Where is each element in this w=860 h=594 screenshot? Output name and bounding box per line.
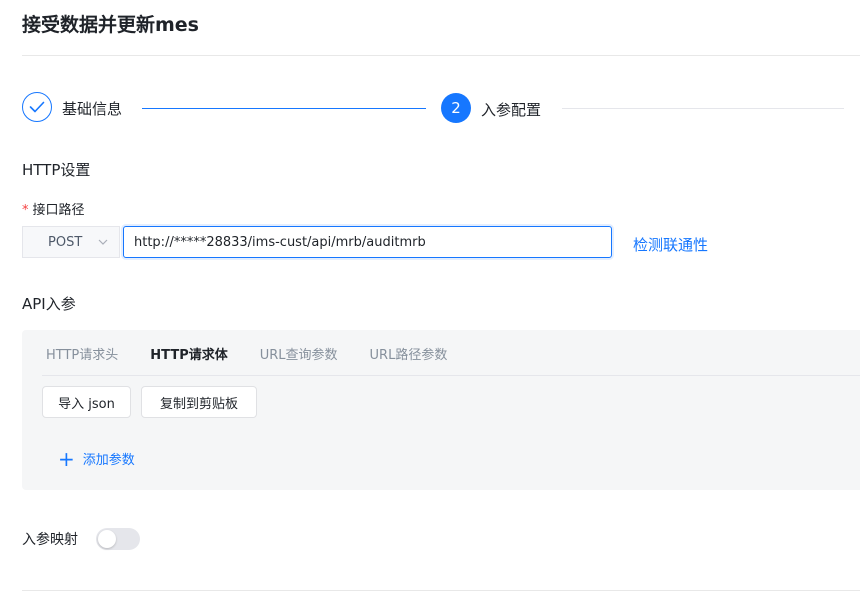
step-2-label: 入参配置 — [481, 101, 542, 119]
api-params-title: API入参 — [22, 295, 76, 313]
toggle-knob — [98, 530, 116, 548]
copy-to-clipboard-button[interactable]: 复制到剪贴板 — [141, 386, 257, 418]
step-2-number: 2 — [441, 93, 471, 123]
http-settings-title: HTTP设置 — [22, 161, 91, 179]
method-value: POST — [48, 234, 83, 250]
interface-path-label-text: 接口路径 — [32, 203, 85, 218]
plus-icon: + — [58, 446, 75, 471]
param-panel: HTTP请求头 HTTP请求体 URL查询参数 URL路径参数 导入 json … — [22, 330, 860, 490]
tab-url-path[interactable]: URL路径参数 — [370, 344, 448, 373]
param-mapping-toggle[interactable] — [96, 528, 140, 550]
step-1-done-icon — [22, 92, 52, 122]
param-mapping-label: 入参映射 — [22, 532, 78, 548]
interface-path-label: * 接口路径 — [22, 199, 85, 218]
tab-http-body[interactable]: HTTP请求体 — [150, 344, 227, 373]
step-connector-done — [142, 108, 426, 109]
param-tabs: HTTP请求头 HTTP请求体 URL查询参数 URL路径参数 — [46, 344, 479, 373]
required-mark: * — [22, 203, 29, 218]
add-param-button[interactable]: + 添加参数 — [58, 446, 135, 471]
add-param-label: 添加参数 — [82, 453, 135, 468]
chevron-down-icon — [98, 239, 108, 245]
tab-url-query[interactable]: URL查询参数 — [260, 344, 338, 373]
title-divider — [22, 55, 860, 56]
step-1-label: 基础信息 — [62, 100, 123, 118]
check-icon — [29, 101, 45, 113]
tabs-divider — [42, 375, 860, 376]
step-connector-pending — [562, 108, 844, 109]
check-connectivity-link[interactable]: 检测联通性 — [633, 234, 708, 255]
url-input[interactable] — [123, 226, 612, 258]
tab-http-headers[interactable]: HTTP请求头 — [46, 344, 118, 373]
method-select[interactable]: POST — [22, 226, 120, 258]
page-title: 接受数据并更新mes — [22, 14, 199, 36]
bottom-divider — [22, 590, 860, 591]
import-json-button[interactable]: 导入 json — [42, 386, 131, 418]
